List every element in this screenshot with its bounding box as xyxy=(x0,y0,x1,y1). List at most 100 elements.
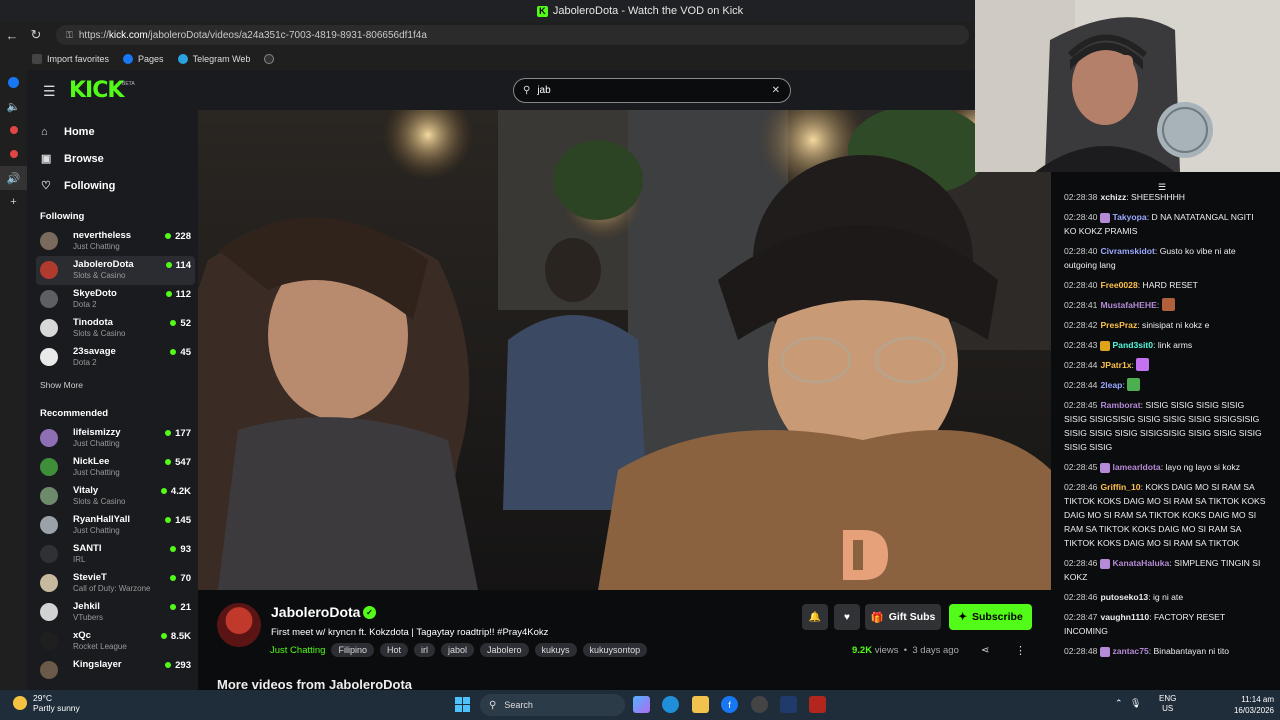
chat-filter-icon[interactable]: ☰ xyxy=(1158,182,1166,193)
tag-chip[interactable]: kukuysontop xyxy=(582,643,648,657)
mute-tab-icon[interactable]: 🔈 xyxy=(0,94,27,118)
kick-logo[interactable]: KICK xyxy=(69,78,124,103)
sidebar-channel-item[interactable]: StevieT Call of Duty: Warzone 70 xyxy=(36,569,195,598)
tag-chip[interactable]: kukuys xyxy=(534,643,577,657)
chat-username[interactable]: KanataHaluka xyxy=(1112,558,1169,568)
chat-username[interactable]: MustafaHEHE xyxy=(1100,300,1156,310)
obs-icon[interactable] xyxy=(751,696,768,713)
menu-icon[interactable]: ☰ xyxy=(43,83,56,100)
chat-username[interactable]: xchizz xyxy=(1100,192,1126,202)
video-player[interactable] xyxy=(198,110,1051,590)
back-icon[interactable]: ← xyxy=(0,28,24,43)
nav-label: Home xyxy=(64,125,95,138)
following-heading: Following xyxy=(40,211,85,222)
bookmark-pages[interactable]: Pages xyxy=(123,54,164,64)
channel-category: Just Chatting xyxy=(73,439,120,448)
clock[interactable]: 11:14 am 16/03/2026 xyxy=(1216,694,1274,716)
bookmark-import-favorites[interactable]: Import favorites xyxy=(32,54,109,64)
nav-home[interactable]: ⌂ Home xyxy=(27,118,198,145)
chat-username[interactable]: zantac75 xyxy=(1112,646,1148,656)
chat-timestamp: 02:28:40 xyxy=(1064,246,1098,256)
edge-icon[interactable] xyxy=(662,696,679,713)
sidebar-channel-item[interactable]: NickLee Just Chatting 547 xyxy=(36,453,195,482)
emote-icon xyxy=(1136,358,1150,371)
audio-tab-icon[interactable]: 🔊 xyxy=(0,166,27,190)
recording-icon[interactable] xyxy=(0,142,27,166)
sidebar-channel-item[interactable]: Kingslayer 293 xyxy=(36,656,195,685)
facebook-icon[interactable]: f xyxy=(721,696,738,713)
more-options-icon[interactable]: ⋮ xyxy=(1015,644,1026,657)
sidebar-channel-item[interactable]: JaboleroDota Slots & Casino 114 xyxy=(36,256,195,285)
url-field[interactable]: ⚿ https://kick.com/jaboleroDota/videos/a… xyxy=(56,25,969,45)
tag-chip[interactable]: jabol xyxy=(440,643,474,657)
visual-studio-icon[interactable] xyxy=(780,696,797,713)
chat-username[interactable]: putoseko13 xyxy=(1100,592,1148,602)
sidebar-channel-item[interactable]: 23savage Dota 2 45 xyxy=(36,343,195,372)
sidebar-channel-item[interactable]: lifeismizzy Just Chatting 177 xyxy=(36,424,195,453)
start-button[interactable] xyxy=(455,697,470,712)
chat-timestamp: 02:28:44 xyxy=(1064,380,1098,390)
recording-icon[interactable] xyxy=(0,118,27,142)
tag-chip[interactable]: irl xyxy=(413,643,435,657)
sidebar-channel-item[interactable]: nevertheless Just Chatting 228 xyxy=(36,227,195,256)
chat-timestamp: 02:28:41 xyxy=(1064,300,1098,310)
facebook-icon[interactable] xyxy=(0,70,27,94)
file-explorer-icon[interactable] xyxy=(692,696,709,713)
folder-icon xyxy=(32,54,42,64)
viewer-count: 112 xyxy=(166,289,191,300)
chat-top: ☰ xyxy=(1052,172,1280,193)
tag-chip[interactable]: Hot xyxy=(379,643,408,657)
channel-avatar[interactable] xyxy=(217,603,261,647)
sidebar-channel-item[interactable]: Vitaly Slots & Casino 4.2K xyxy=(36,482,195,511)
sidebar-channel-item[interactable]: SkyeDoto Dota 2 112 xyxy=(36,285,195,314)
windows-taskbar: 29°C Partly sunny ⚲ Search f ⌃ 🎙 ENG US 11:… xyxy=(0,690,1280,720)
bookmark-label: Pages xyxy=(138,54,164,64)
sidebar-channel-item[interactable]: RyanHallYall Just Chatting 145 xyxy=(36,511,195,540)
chat-username[interactable]: Free0028 xyxy=(1100,280,1137,290)
language-indicator[interactable]: ENG US xyxy=(1159,694,1176,714)
chat-username[interactable]: JPatr1x xyxy=(1100,360,1131,370)
category-link[interactable]: Just Chatting xyxy=(270,645,325,656)
viewer-count: 177 xyxy=(165,428,191,439)
refresh-icon[interactable]: ↻ xyxy=(24,27,48,43)
chat-username[interactable]: PresPraz xyxy=(1100,320,1137,330)
chat-username[interactable]: Ramborat xyxy=(1100,400,1140,410)
sidebar-channel-item[interactable]: Tinodota Slots & Casino 52 xyxy=(36,314,195,343)
copilot-icon[interactable] xyxy=(633,696,650,713)
weather-widget[interactable]: 29°C Partly sunny xyxy=(13,693,80,713)
bookmark-telegram-web[interactable]: Telegram Web xyxy=(177,54,250,64)
gift-subs-button[interactable]: 🎁 Gift Subs xyxy=(865,604,941,630)
add-tab-icon[interactable]: + xyxy=(0,190,27,214)
tag-chip[interactable]: Jabolero xyxy=(480,643,529,657)
tag-chip[interactable]: Filipino xyxy=(331,643,374,657)
chat-username[interactable]: Pand3sit0 xyxy=(1112,340,1153,350)
dota-icon[interactable] xyxy=(809,696,826,713)
search-placeholder: Search xyxy=(504,700,533,710)
bookmark-extra[interactable] xyxy=(264,54,279,64)
nav-browse[interactable]: ▣ Browse xyxy=(27,145,198,172)
sun-icon xyxy=(13,696,27,710)
chat-username[interactable]: Takyopa xyxy=(1112,212,1146,222)
chat-username[interactable]: Civramskidot xyxy=(1100,246,1154,256)
follow-heart-icon[interactable]: ♥ xyxy=(834,604,860,630)
chat-username[interactable]: 2leap xyxy=(1100,380,1122,390)
tray-icons[interactable]: ⌃ 🎙 xyxy=(1115,698,1141,709)
sidebar-channel-item[interactable]: xQc Rocket League 8.5K xyxy=(36,627,195,656)
sidebar-channel-item[interactable]: SANTI IRL 93 xyxy=(36,540,195,569)
channel-category: Slots & Casino xyxy=(73,497,126,506)
nav-following[interactable]: ♡ Following xyxy=(27,172,198,199)
chat-username[interactable]: lamearldota xyxy=(1112,462,1160,472)
channel-name[interactable]: JaboleroDota xyxy=(271,604,360,620)
chat-username[interactable]: Griffin_10 xyxy=(1100,482,1140,492)
site-info-icon[interactable]: ⚿ xyxy=(66,30,73,41)
share-icon[interactable]: ⋖ xyxy=(981,645,989,656)
search-input[interactable]: ⚲ jab ✕ xyxy=(513,78,791,103)
taskbar-search[interactable]: ⚲ Search xyxy=(480,694,625,716)
home-icon: ⌂ xyxy=(41,125,48,138)
notification-bell-icon[interactable]: 🔔 xyxy=(802,604,828,630)
clear-search-icon[interactable]: ✕ xyxy=(772,85,780,96)
subscribe-button[interactable]: ✦ Subscribe xyxy=(949,604,1032,630)
show-more-link[interactable]: Show More xyxy=(27,380,198,396)
sidebar-channel-item[interactable]: Jehkil VTubers 21 xyxy=(36,598,195,627)
chat-username[interactable]: vaughn1110 xyxy=(1100,612,1149,622)
